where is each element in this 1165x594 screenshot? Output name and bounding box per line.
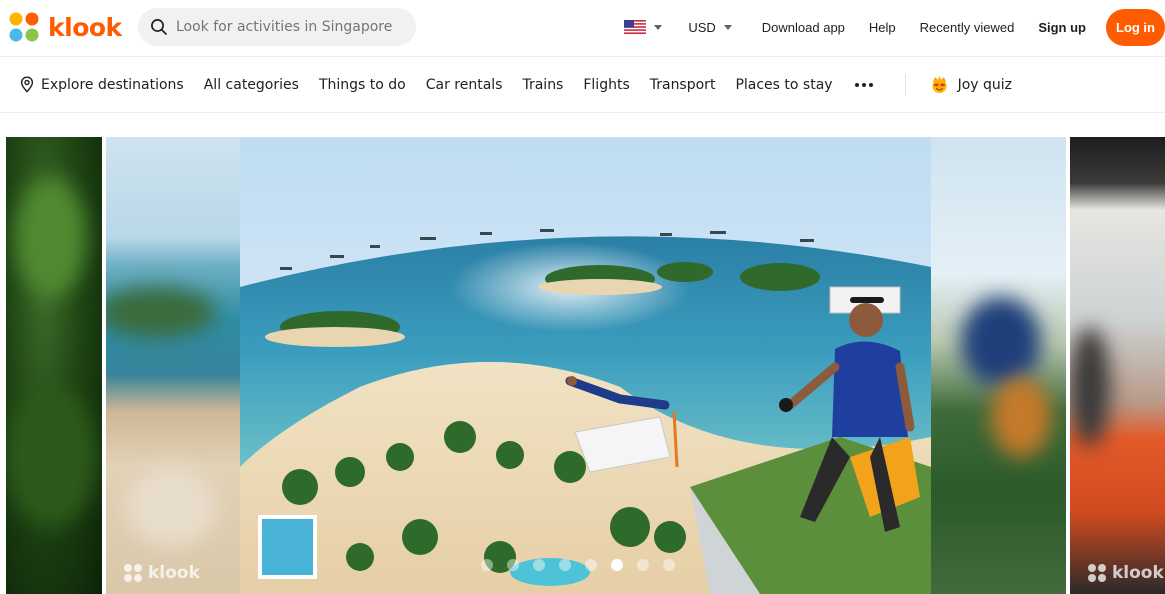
joy-quiz-label: Joy quiz xyxy=(957,76,1012,93)
carousel-slide-active[interactable] xyxy=(240,137,931,594)
location-pin-icon xyxy=(20,76,34,93)
header-actions: USD Download app Help Recently viewed Si… xyxy=(624,8,1165,46)
carousel-slide-prev[interactable]: klook xyxy=(106,137,240,594)
carousel-dot[interactable] xyxy=(663,559,675,571)
brand-name: klook xyxy=(48,12,122,42)
chevron-down-icon xyxy=(723,24,732,30)
nav-transport[interactable]: Transport xyxy=(650,77,716,93)
klook-watermark-icon xyxy=(1088,564,1106,582)
category-nav: Explore destinations All categories Thin… xyxy=(0,57,1165,112)
carousel-dot[interactable] xyxy=(585,559,597,571)
watermark-text: klook xyxy=(1112,563,1164,583)
banner-image xyxy=(240,137,931,594)
carousel-dot[interactable] xyxy=(559,559,571,571)
explore-destinations[interactable]: Explore destinations xyxy=(19,76,184,93)
carousel-dot[interactable] xyxy=(507,559,519,571)
nav-divider xyxy=(904,73,906,96)
carousel-dot[interactable] xyxy=(637,559,649,571)
currency-selector[interactable]: USD xyxy=(688,19,732,35)
carousel-pagination xyxy=(481,559,675,571)
sign-up-link[interactable]: Sign up xyxy=(1038,20,1086,35)
nav-flights[interactable]: Flights xyxy=(583,77,629,93)
currency-label: USD xyxy=(688,19,716,35)
log-in-button[interactable]: Log in xyxy=(1106,8,1165,46)
help-link[interactable]: Help xyxy=(869,20,896,35)
klook-watermark-icon xyxy=(124,564,142,582)
carousel-slide-prev-2[interactable] xyxy=(6,137,102,594)
us-flag-icon xyxy=(624,20,647,34)
nav-car-rentals[interactable]: Car rentals xyxy=(426,77,503,93)
carousel-dot[interactable] xyxy=(611,559,623,571)
klook-logo-icon xyxy=(9,12,39,42)
download-app-link[interactable]: Download app xyxy=(762,20,845,35)
top-bar: klook USD Download app Help xyxy=(0,0,1165,56)
carousel-dot[interactable] xyxy=(481,559,493,571)
carousel-watermark: klook xyxy=(122,562,200,584)
carousel-dot[interactable] xyxy=(533,559,545,571)
recently-viewed-link[interactable]: Recently viewed xyxy=(920,20,1015,35)
more-dots-icon[interactable] xyxy=(854,82,873,87)
carousel-slide-next[interactable] xyxy=(931,137,1066,594)
language-selector[interactable] xyxy=(624,20,663,34)
nav-all-categories[interactable]: All categories xyxy=(204,77,299,93)
klook-logo[interactable]: klook xyxy=(6,9,122,45)
nav-divider-line xyxy=(0,112,1165,113)
search-input[interactable] xyxy=(176,19,406,35)
carousel-watermark: klook xyxy=(1086,562,1164,584)
joy-quiz-icon xyxy=(932,76,947,93)
chevron-down-icon xyxy=(654,24,663,30)
search-bar[interactable] xyxy=(138,8,416,46)
nav-places-to-stay[interactable]: Places to stay xyxy=(735,77,832,93)
explore-destinations-label: Explore destinations xyxy=(41,76,184,93)
joy-quiz-link[interactable]: Joy quiz xyxy=(930,75,1012,94)
nav-things-to-do[interactable]: Things to do xyxy=(319,77,406,93)
watermark-text: klook xyxy=(148,563,200,583)
carousel-slide-next-2[interactable]: klook xyxy=(1070,137,1165,594)
nav-trains[interactable]: Trains xyxy=(522,77,563,93)
banner-carousel[interactable]: klook klook xyxy=(0,137,1165,594)
search-icon xyxy=(151,19,167,35)
